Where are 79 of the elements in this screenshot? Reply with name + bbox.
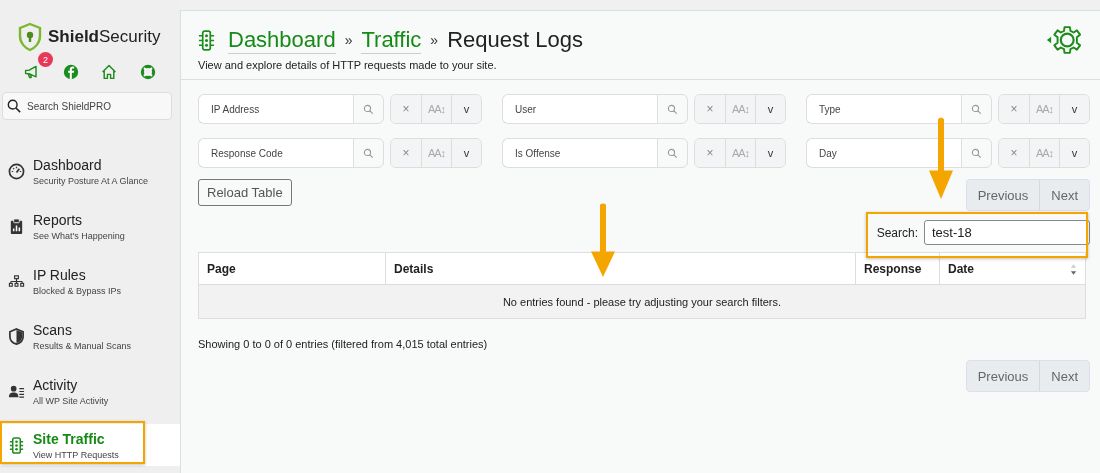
search-icon [971,103,982,115]
column-header[interactable]: Details [385,252,856,285]
page-title: Request Logs [447,27,583,53]
nav-title: IP Rules [33,267,87,283]
filter-toggle-button[interactable]: v [451,139,481,167]
network-icon [8,273,25,290]
filter-field[interactable]: Type [806,94,961,124]
filter-search-button[interactable] [657,94,688,124]
gauge-icon [8,163,25,180]
traffic-light-icon [8,436,25,454]
filter-search-button[interactable] [353,138,384,168]
filter-field[interactable]: IP Address [198,94,353,124]
filter-field[interactable]: Response Code [198,138,353,168]
nav-title: Scans [33,322,73,338]
filter-field[interactable]: User [502,94,657,124]
search-icon [667,103,678,115]
search-label: Search: [876,225,918,240]
sidebar-item[interactable]: Reports See What's Happening [0,199,180,254]
sidebar-item[interactable]: Site Traffic View HTTP Requests [0,424,180,466]
filter-toggle-button[interactable]: v [451,95,481,123]
column-header[interactable]: Page [198,252,386,285]
shield-logo-icon [18,22,42,52]
sidebar-item[interactable]: IP Rules Blocked & Bypass IPs [0,254,180,309]
nav-subtitle: All WP Site Activity [33,396,109,406]
nav-subtitle: Security Posture At A Glance [33,176,149,186]
filter-toggle-button[interactable]: v [1059,139,1089,167]
sidebar-item[interactable]: Activity All WP Site Activity [0,364,180,419]
table-search-field[interactable]: test-18 [924,220,1090,245]
search-icon [667,147,678,159]
clipboard-chart-icon [8,218,25,235]
shield-icon [8,328,25,345]
megaphone-icon[interactable] [24,64,40,80]
table-info-text: Showing 0 to 0 of 0 entries (filtered from 4,015 total entries) [198,338,489,350]
filter-search-button[interactable] [961,94,992,124]
page-description: View and explore details of HTTP requests made to your site. [198,59,498,71]
column-header[interactable]: Date [939,252,1086,285]
nav-title: Reports [33,212,84,228]
notification-badge: 2 [38,52,53,67]
filter-field[interactable]: Day [806,138,961,168]
previous-page-button[interactable]: Previous [966,361,1040,391]
home-icon[interactable] [101,64,118,80]
next-page-button[interactable]: Next [1039,180,1089,210]
nav-subtitle: Results & Manual Scans [33,341,132,351]
settings-icon[interactable] [1045,25,1083,55]
facebook-icon[interactable] [62,64,79,80]
sort-icon[interactable] [1070,263,1077,276]
traffic-light-icon [198,29,215,51]
lifebuoy-icon[interactable] [139,64,156,80]
nav-subtitle: View HTTP Requests [33,449,119,460]
sidebar-item[interactable]: Dashboard Security Posture At A Glance [0,144,180,199]
previous-page-button[interactable]: Previous [966,180,1040,210]
breadcrumb-separator: » [344,32,353,48]
filter-field[interactable]: Is Offense [502,138,657,168]
search-icon [363,103,374,115]
filter-toggle-button[interactable]: v [755,139,785,167]
filter-search-button[interactable] [353,94,384,124]
nav-title: Site Traffic [33,430,106,447]
nav-subtitle: See What's Happening [33,231,125,241]
filter-toggle-button[interactable]: v [1059,95,1089,123]
next-page-button[interactable]: Next [1039,361,1089,391]
reload-table-button[interactable]: Reload Table [198,179,292,206]
breadcrumb-link[interactable]: Traffic [361,26,422,54]
sidebar-item[interactable]: Scans Results & Manual Scans [0,309,180,364]
empty-table-message: No entries found - please try adjusting your search filters. [198,284,1086,319]
nav-subtitle: Blocked & Bypass IPs [33,286,122,296]
search-icon [971,147,982,159]
user-list-icon [8,383,25,400]
nav-title: Activity [33,377,79,393]
logo-text: ShieldSecurity [48,27,161,47]
column-header[interactable]: Response [855,252,940,285]
nav-title: Dashboard [33,157,103,173]
search-icon [7,99,21,113]
breadcrumb-separator: » [430,32,439,48]
filter-search-button[interactable] [961,138,992,168]
sidebar-search-field[interactable]: Search ShieldPRO [2,92,172,120]
breadcrumb-link[interactable]: Dashboard [228,26,336,54]
filter-search-button[interactable] [657,138,688,168]
search-icon [363,147,374,159]
filter-toggle-button[interactable]: v [755,95,785,123]
